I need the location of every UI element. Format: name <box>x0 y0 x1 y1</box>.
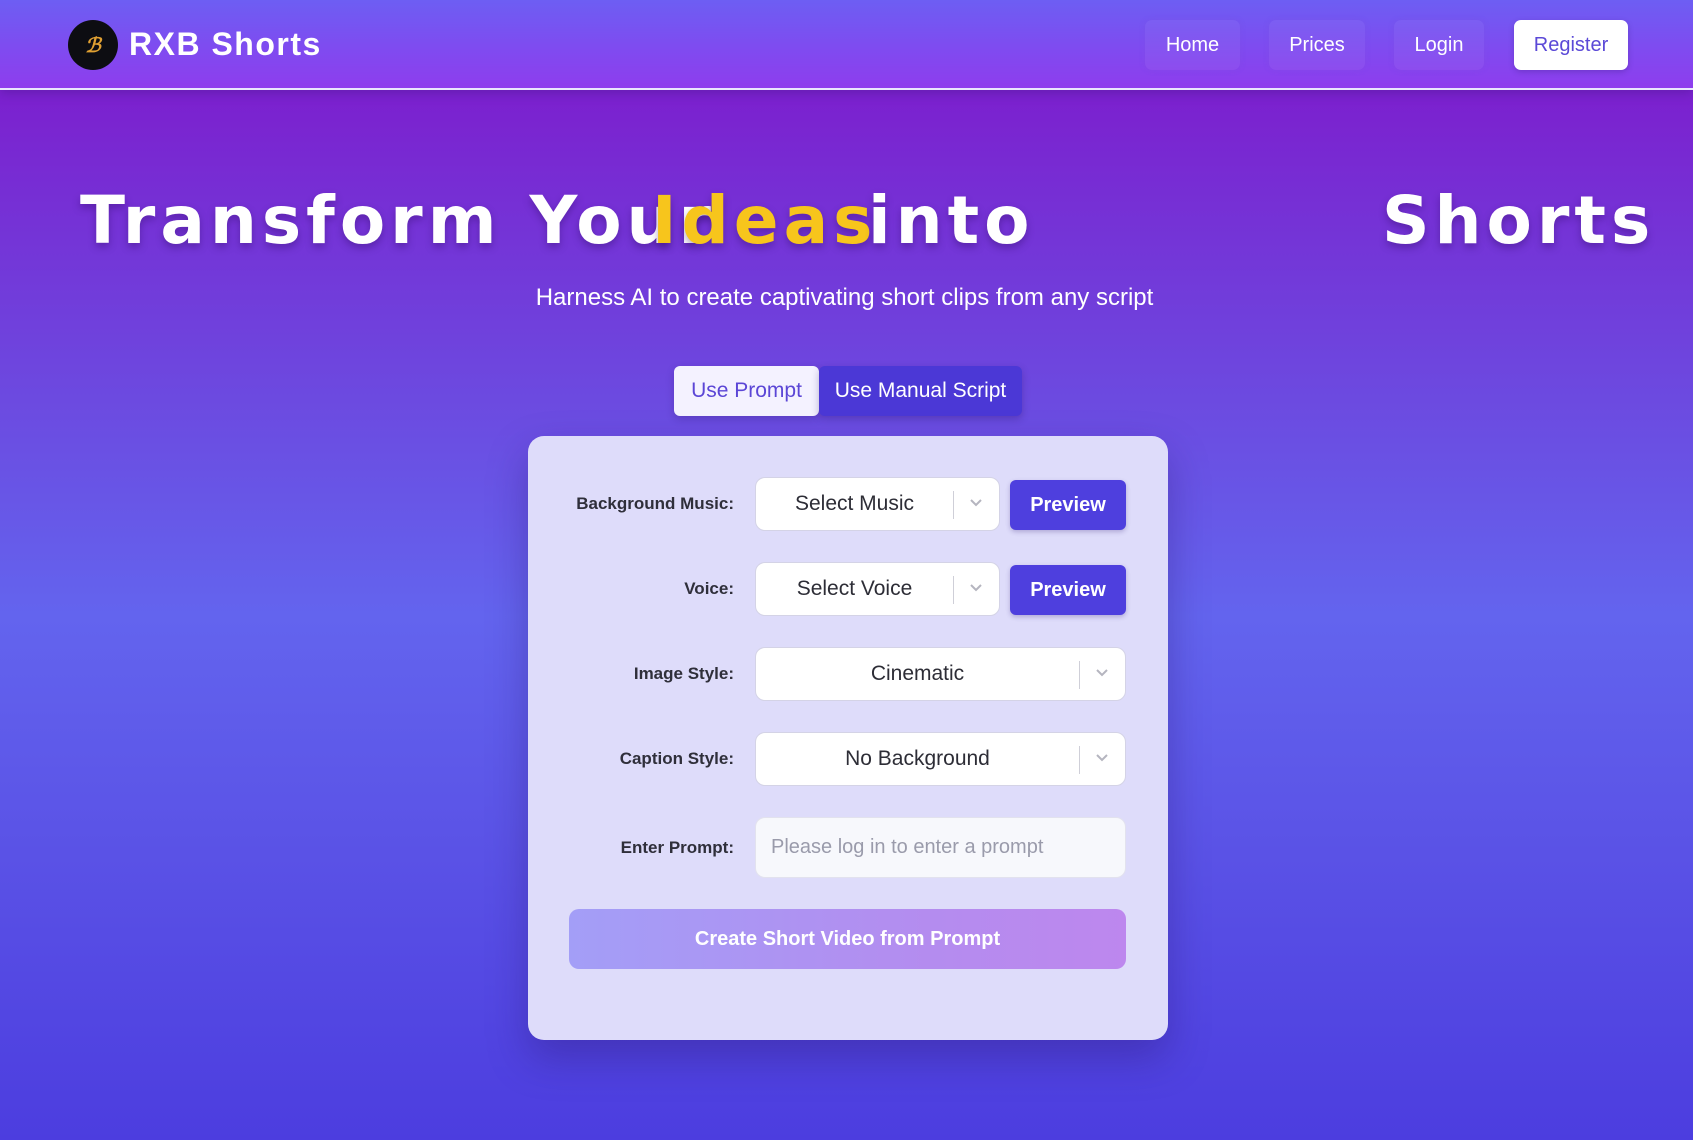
caption-style-select-value: No Background <box>845 747 990 770</box>
voice-label: Voice: <box>684 579 734 598</box>
hero-title-part3: into <box>868 182 1035 259</box>
chevron-down-icon[interactable] <box>967 578 985 596</box>
hero-subtitle: Harness AI to create captivating short c… <box>535 284 1154 311</box>
tab-use-manual-script[interactable]: Use Manual Script <box>819 366 1022 416</box>
voice-preview-button[interactable]: Preview <box>1010 565 1126 615</box>
select-divider <box>1079 661 1080 689</box>
register-button[interactable]: Register <box>1514 20 1628 70</box>
create-video-button[interactable]: Create Short Video from Prompt <box>569 909 1126 969</box>
select-divider <box>1079 746 1080 774</box>
chevron-down-icon[interactable] <box>967 493 985 511</box>
hero-title-highlight: Ideas <box>652 182 878 259</box>
hero-title-part4: Shorts <box>1382 182 1656 259</box>
music-select[interactable]: Select Music <box>755 477 1000 531</box>
caption-style-label: Caption Style: <box>619 749 734 768</box>
voice-select[interactable]: Select Voice <box>755 562 1000 616</box>
image-style-label: Image Style: <box>633 664 734 683</box>
nav-login-link[interactable]: Login <box>1394 20 1484 70</box>
chevron-down-icon[interactable] <box>1093 748 1111 766</box>
caption-style-select[interactable]: No Background <box>755 732 1126 786</box>
image-style-select-value: Cinematic <box>870 662 965 685</box>
create-video-form: Background Music: Select Music Preview V… <box>528 436 1168 1040</box>
select-divider <box>953 491 954 519</box>
logo-glyph: ℬ <box>85 33 101 57</box>
top-navbar: ℬ RXB Shorts Home Prices Login Register <box>0 0 1693 90</box>
prompt-input[interactable] <box>755 817 1126 878</box>
brand-name[interactable]: RXB Shorts <box>129 26 322 63</box>
prompt-label: Enter Prompt: <box>620 838 734 857</box>
music-select-value: Select Music <box>794 492 915 515</box>
voice-select-value: Select Voice <box>796 577 913 600</box>
hero-title-part1: Transform Your <box>80 182 717 259</box>
nav-home-link[interactable]: Home <box>1145 20 1240 70</box>
image-style-select[interactable]: Cinematic <box>755 647 1126 701</box>
hero-title: Transform Your Ideas into Shorts <box>80 182 1650 272</box>
nav-prices-link[interactable]: Prices <box>1269 20 1365 70</box>
select-divider <box>953 576 954 604</box>
tab-use-prompt[interactable]: Use Prompt <box>674 366 819 416</box>
brand-logo-icon[interactable]: ℬ <box>68 20 118 70</box>
music-preview-button[interactable]: Preview <box>1010 480 1126 530</box>
music-label: Background Music: <box>576 494 734 513</box>
chevron-down-icon[interactable] <box>1093 663 1111 681</box>
